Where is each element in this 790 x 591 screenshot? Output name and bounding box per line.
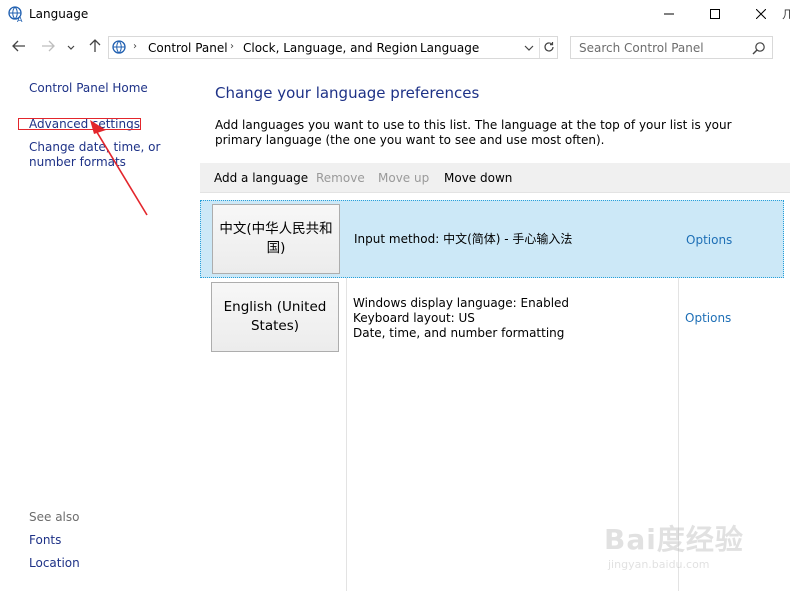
arrow-left-icon [12,40,26,55]
options-link[interactable]: Options [686,233,732,247]
address-bar[interactable]: › Control Panel › Clock, Language, and R… [108,36,558,59]
main-content: Change your language preferences Add lan… [200,64,790,591]
navigation-bar: › Control Panel › Clock, Language, and R… [0,30,790,64]
search-placeholder: Search Control Panel [579,41,704,55]
chevron-down-icon [67,40,75,54]
minimize-button[interactable] [646,0,692,30]
search-input[interactable]: Search Control Panel [570,36,773,59]
move-up-button[interactable]: Move up [378,171,429,185]
control-panel-home-link[interactable]: Control Panel Home [29,81,148,96]
keyboard-layout-line: Keyboard layout: US [353,311,475,325]
chevron-right-icon: › [133,41,137,52]
refresh-icon [543,41,555,56]
page-title: Change your language preferences [215,84,480,102]
language-tile[interactable]: English (United States) [211,282,339,352]
language-row-chinese[interactable]: 中文(中华人民共和国) Input method: 中文(简体) - 手心输入法… [200,200,784,278]
language-details: Input method: 中文(简体) - 手心输入法 [354,232,572,247]
fonts-link[interactable]: Fonts [29,533,61,548]
formatting-line: Date, time, and number formatting [353,326,565,340]
add-language-button[interactable]: Add a language [214,171,308,185]
clipped-edge-glyph: 几 [782,8,790,21]
options-link[interactable]: Options [685,311,731,325]
remove-button[interactable]: Remove [316,171,365,185]
chevron-right-icon[interactable]: › [406,41,410,52]
language-details: Windows display language: Enabled Keyboa… [353,296,569,341]
maximize-button[interactable] [692,0,738,30]
forward-button[interactable] [38,38,58,56]
language-tile[interactable]: 中文(中华人民共和国) [212,204,340,274]
location-link[interactable]: Location [29,556,80,571]
page-description: Add languages you want to use to this li… [215,118,732,147]
chevron-right-icon[interactable]: › [230,41,234,52]
window-title: Language [29,7,89,21]
watermark-brand: Bai度经验 [604,523,744,556]
display-language-line: Windows display language: Enabled [353,296,570,310]
input-method-line: Input method: 中文(简体) - 手心输入法 [354,232,573,246]
breadcrumb-language[interactable]: Language [420,41,479,55]
minimize-icon [664,8,674,22]
annotation-arrow [90,120,148,216]
maximize-icon [710,8,720,22]
recent-locations-button[interactable] [64,38,78,56]
language-row-english[interactable]: English (United States) Windows display … [200,279,784,359]
up-button[interactable] [86,38,104,56]
breadcrumb-control-panel[interactable]: Control Panel [148,41,228,55]
title-bar: A Language 几 [0,0,790,30]
arrow-right-icon [41,40,55,55]
back-button[interactable] [9,38,29,56]
language-app-icon: A [8,6,24,24]
close-button[interactable] [738,0,784,30]
close-icon [755,8,767,22]
refresh-button[interactable] [539,38,558,58]
language-toolbar: Add a language Remove Move up Move down [200,163,790,193]
watermark-url: jingyan.baidu.com [608,558,710,571]
control-panel-icon [112,40,128,56]
baidu-watermark: Bai度经验 jingyan.baidu.com [604,518,754,578]
search-icon[interactable] [752,41,766,55]
svg-text:A: A [17,15,23,22]
address-dropdown-button[interactable] [521,40,537,56]
see-also-heading: See also [29,510,80,524]
move-down-button[interactable]: Move down [444,171,512,185]
breadcrumb-clock-language-region[interactable]: Clock, Language, and Region [243,41,418,55]
arrow-up-icon [89,38,101,56]
